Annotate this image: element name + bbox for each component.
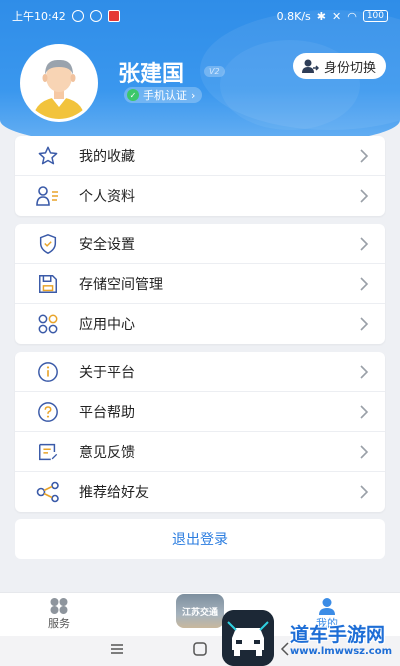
battery-icon: 100 [362, 10, 388, 22]
menu-item-label: 平台帮助 [79, 404, 135, 421]
menu-item-help[interactable]: 平台帮助 [15, 392, 385, 432]
apps-icon [35, 313, 61, 335]
phone-verified-badge[interactable]: ✓ 手机认证 › [124, 87, 203, 103]
profile-icon [35, 185, 61, 207]
menu-item-label: 关于平台 [79, 364, 135, 381]
bluetooth-icon: ✱ [316, 9, 326, 23]
menu-item-favorites[interactable]: 我的收藏 [15, 136, 385, 176]
user-name: 张建国 [118, 62, 185, 87]
info-icon [35, 361, 61, 383]
menu-item-share[interactable]: 推荐给好友 [15, 472, 385, 512]
level-badge: V2 [204, 66, 225, 77]
storage-icon [35, 273, 61, 295]
watermark-logo [222, 610, 274, 666]
verify-label: 手机认证 [143, 89, 187, 102]
tab-service[interactable]: 服务 [48, 597, 70, 631]
chevron-right-icon: › [191, 88, 196, 102]
chevron-right-icon [360, 485, 369, 499]
feedback-icon [35, 441, 61, 463]
user-icon [319, 598, 335, 615]
home-icon[interactable] [193, 642, 207, 656]
share-icon [35, 481, 61, 503]
back-icon[interactable] [280, 642, 290, 656]
menu-item-label: 个人资料 [79, 189, 135, 205]
menu-item-about[interactable]: 关于平台 [15, 352, 385, 392]
chevron-right-icon [360, 317, 369, 331]
help-icon [35, 401, 61, 423]
notification-icon [89, 10, 102, 22]
chevron-right-icon [360, 189, 369, 203]
menu-icon[interactable] [110, 642, 124, 656]
menu-card-personal: 我的收藏 个人资料 [15, 136, 385, 216]
notification-icon [71, 10, 84, 22]
switch-identity-label: 身份切换 [323, 60, 376, 76]
menu-item-label: 存储空间管理 [79, 276, 163, 293]
tab-center-logo[interactable]: 江苏交通 [176, 594, 224, 628]
menu-card-settings: 安全设置 存储空间管理 应用中心 [15, 224, 385, 344]
menu-item-app-center[interactable]: 应用中心 [15, 304, 385, 344]
chevron-right-icon [360, 444, 369, 459]
chevron-right-icon [360, 404, 369, 419]
menu-item-feedback[interactable]: 意见反馈 [15, 432, 385, 472]
avatar[interactable] [20, 44, 98, 122]
menu-item-storage[interactable]: 存储空间管理 [15, 264, 385, 304]
menu-item-security[interactable]: 安全设置 [15, 224, 385, 264]
network-speed: 0.8K/s [276, 9, 311, 23]
app-notification-icon [107, 10, 120, 22]
shield-icon [35, 233, 61, 255]
menu-item-label: 意见反馈 [79, 444, 135, 461]
menu-item-label: 安全设置 [79, 236, 135, 253]
logout-button[interactable]: 退出登录 [15, 519, 385, 559]
chevron-right-icon [360, 148, 369, 163]
status-bar: 上午10:42 0.8K/s ✱ ✕ ◠ 100 [0, 0, 400, 32]
chevron-right-icon [360, 364, 369, 379]
watermark-url: www.lmwwsz.com [290, 646, 392, 657]
status-time: 上午10:42 [12, 10, 66, 23]
menu-item-label: 我的收藏 [79, 148, 135, 165]
wifi-icon: ◠ [347, 9, 357, 23]
mute-icon: ✕ [331, 9, 342, 23]
menu-item-label: 推荐给好友 [79, 485, 149, 501]
star-icon [35, 145, 61, 167]
menu-item-label: 应用中心 [79, 317, 135, 333]
chevron-right-icon [360, 276, 369, 291]
grid-icon [50, 598, 68, 614]
menu-item-profile[interactable]: 个人资料 [15, 176, 385, 216]
watermark-title: 道车手游网 [290, 624, 386, 646]
switch-user-icon [301, 59, 319, 73]
tab-service-label: 服务 [48, 617, 70, 630]
chevron-right-icon [360, 236, 369, 251]
check-icon: ✓ [127, 89, 139, 101]
menu-card-platform: 关于平台 平台帮助 意见反馈 推荐给好友 [15, 352, 385, 512]
switch-identity-button[interactable]: 身份切换 [292, 53, 386, 79]
